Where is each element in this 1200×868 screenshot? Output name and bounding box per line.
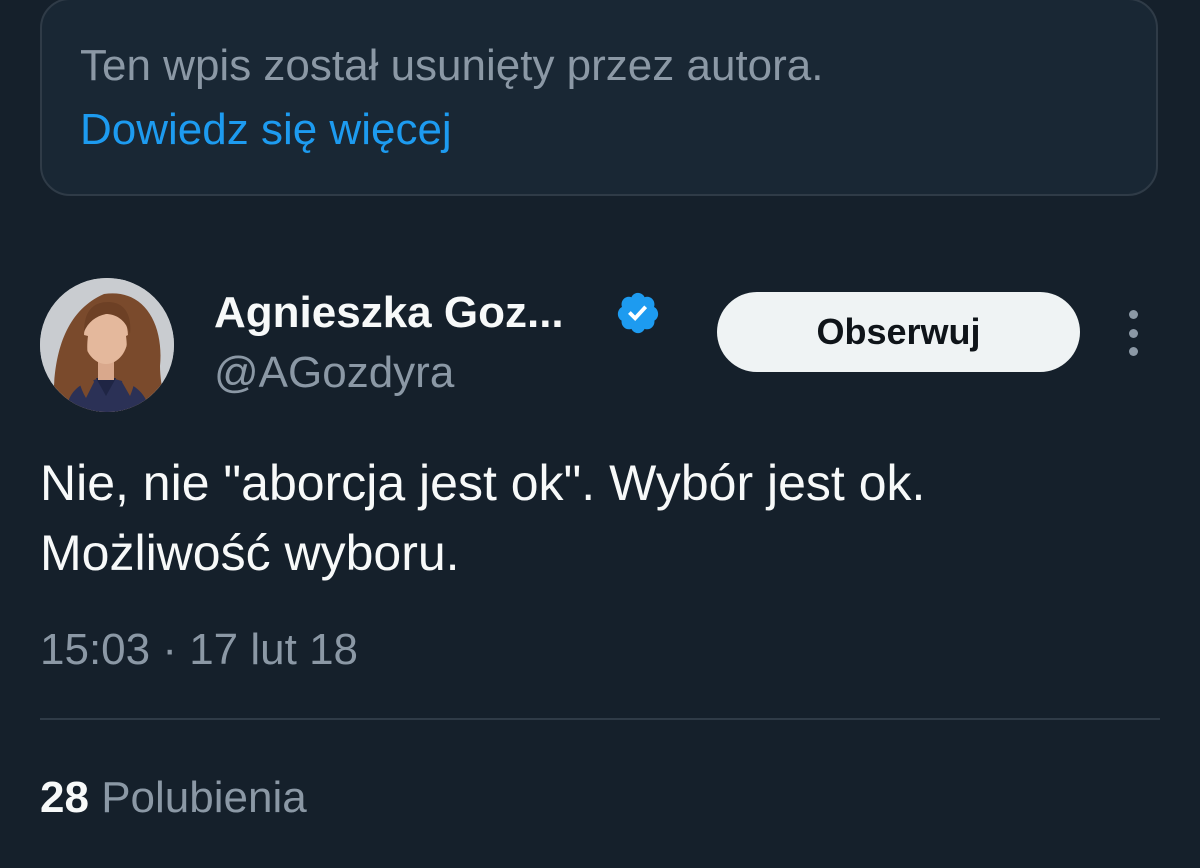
verified-badge-icon bbox=[617, 292, 659, 334]
profile-photo-icon bbox=[40, 278, 174, 412]
deleted-notice: Ten wpis został usunięty przez autora. bbox=[80, 41, 824, 90]
learn-more-link[interactable]: Dowiedz się więcej bbox=[80, 104, 452, 156]
tweet-text-line: Możliwość wyboru. bbox=[40, 525, 460, 581]
author-display-name[interactable]: Agnieszka Goz... bbox=[214, 287, 564, 339]
likes-stat[interactable]: 28 Polubienia bbox=[40, 772, 307, 824]
author-handle[interactable]: @AGozdyra bbox=[214, 347, 454, 399]
more-dot bbox=[1128, 328, 1138, 338]
more-dot bbox=[1128, 347, 1138, 356]
tweet-timestamp[interactable]: 15:03 · 17 lut 18 bbox=[40, 624, 358, 676]
tweet-text-line: Nie, nie "aborcja jest ok". Wybór jest o… bbox=[40, 455, 926, 511]
deleted-quote-card: Ten wpis został usunięty przez autora. D… bbox=[40, 0, 1158, 196]
follow-button[interactable]: Obserwuj bbox=[717, 292, 1080, 372]
more-dot bbox=[1128, 310, 1138, 319]
more-vertical-icon[interactable] bbox=[1116, 310, 1150, 356]
likes-label: Polubienia bbox=[101, 773, 307, 822]
avatar[interactable] bbox=[40, 278, 174, 412]
likes-count: 28 bbox=[40, 773, 89, 822]
divider bbox=[40, 718, 1160, 720]
tweet-text: Nie, nie "aborcja jest ok". Wybór jest o… bbox=[40, 448, 1160, 588]
